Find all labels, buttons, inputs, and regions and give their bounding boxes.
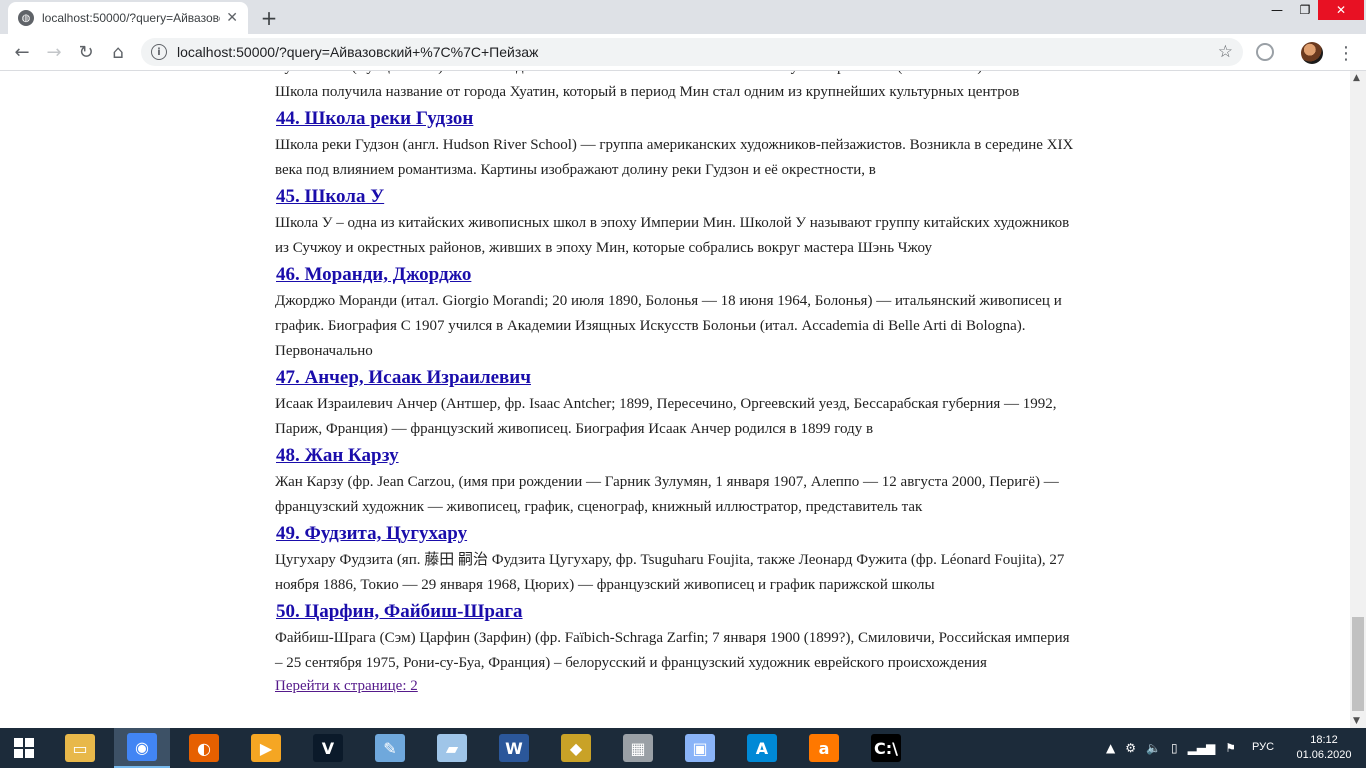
search-results: Хуатинская (Сунцзянская) школа — одна из… — [275, 71, 1075, 696]
tab-title: localhost:50000/?query=Айвазовский — [42, 11, 220, 25]
notes-icon: ▰ — [437, 734, 467, 762]
folder-map-icon: ◆ — [561, 734, 591, 762]
taskbar-app-notes[interactable]: ▰ — [424, 728, 480, 768]
word-icon: W — [499, 734, 529, 762]
clock-time: 18:12 — [1310, 734, 1338, 746]
clock-date: 01.06.2020 — [1296, 749, 1352, 761]
chrome-icon: ◉ — [127, 733, 157, 761]
reload-button[interactable]: ↻ — [73, 39, 99, 65]
taskbar-app-media-player[interactable]: ▶ — [238, 728, 294, 768]
tray-icons: ▲ ⚙ 🔈 ▯ ▂▄▆ ⚑ — [1106, 728, 1236, 768]
result-snippet: Файбиш-Шрага (Сэм) Царфин (Зарфин) (фр. … — [275, 630, 1070, 671]
taskbar: ▭ ◉ ◐ ▶ V ✎ ▰ W ◆ ▦ ▣ Aa C:\ ▲ ⚙ 🔈 ▯ ▂▄▆ ⚑ РУС 18:12… — [0, 728, 1366, 768]
clock[interactable]: 18:12 01.06.2020 — [1294, 733, 1354, 763]
result-title-link[interactable]: 49. Фудзита, Цугухару — [276, 520, 1075, 548]
taskbar-app-chrome[interactable]: ◉ — [114, 728, 170, 768]
result-snippet: Джорджо Моранди (итал. Giorgio Morandi; … — [275, 293, 1062, 359]
result-title-link[interactable]: 48. Жан Карзу — [276, 442, 1075, 470]
browser-toolbar: ← → ↻ ⌂ i localhost:50000/?query=Айвазов… — [0, 34, 1366, 71]
avast-icon: a — [809, 734, 839, 762]
taskbar-app-folder-map[interactable]: ◆ — [548, 728, 604, 768]
minimize-button[interactable]: — — [1262, 0, 1292, 20]
result-snippet: Цугухару Фудзита (яп. 藤田 嗣治 Фудзита Цугу… — [275, 552, 1065, 593]
globe-icon: ◍ — [18, 10, 34, 26]
volume-icon[interactable]: 🔈 — [1146, 741, 1161, 755]
cmd-icon: C:\ — [871, 734, 901, 762]
taskbar-app-v-app[interactable]: V — [300, 728, 356, 768]
signal-icon[interactable]: ▂▄▆ — [1188, 741, 1216, 755]
taskbar-app-cmd[interactable]: C:\ — [858, 728, 914, 768]
windows-logo-icon — [14, 738, 34, 758]
close-tab-icon[interactable]: ✕ — [226, 10, 238, 26]
result-title-link[interactable]: 46. Моранди, Джорджо — [276, 261, 1075, 289]
forward-button[interactable]: → — [41, 39, 67, 65]
taskbar-app-file-explorer[interactable]: ▭ — [52, 728, 108, 768]
file-explorer-icon: ▭ — [65, 734, 95, 762]
new-tab-button[interactable]: + — [257, 6, 281, 30]
taskbar-app-azure[interactable]: A — [734, 728, 790, 768]
result-snippet: Школа реки Гудзон (англ. Hudson River Sc… — [275, 137, 1074, 178]
result-snippet: Жан Карзу (фр. Jean Carzou, (имя при рож… — [275, 474, 1059, 515]
profile-avatar[interactable] — [1301, 42, 1323, 64]
battery-icon[interactable]: ▯ — [1171, 741, 1178, 755]
show-hidden-icons-icon[interactable]: ▲ — [1106, 741, 1115, 755]
media-player-icon: ▶ — [251, 734, 281, 762]
info-icon[interactable]: i — [151, 44, 167, 60]
result-title-link[interactable]: 50. Царфин, Файбиш-Шрага — [276, 598, 1075, 626]
network-tray-icon[interactable]: ⚙ — [1125, 741, 1136, 755]
language-indicator[interactable]: РУС — [1252, 741, 1274, 753]
tab-strip: ◍ localhost:50000/?query=Айвазовский ✕ +… — [0, 0, 1366, 34]
result-title-link[interactable]: 45. Школа У — [276, 183, 1075, 211]
result-title-link[interactable]: 47. Анчер, Исаак Израилевич — [276, 364, 1075, 392]
taskbar-app-paint[interactable]: ✎ — [362, 728, 418, 768]
scrollbar-thumb[interactable] — [1352, 617, 1364, 711]
globe-icon[interactable] — [1256, 43, 1274, 61]
monitor-icon: ▣ — [685, 734, 715, 762]
url-text[interactable]: localhost:50000/?query=Айвазовский+%7C%7… — [177, 44, 1218, 60]
azure-icon: A — [747, 734, 777, 762]
taskbar-app-firefox[interactable]: ◐ — [176, 728, 232, 768]
bookmark-star-icon[interactable]: ☆ — [1218, 42, 1233, 62]
taskbar-app-word[interactable]: W — [486, 728, 542, 768]
result-title-link[interactable]: 44. Школа реки Гудзон — [276, 105, 1075, 133]
scroll-up-icon[interactable]: ▲ — [1353, 73, 1360, 83]
scroll-down-icon[interactable]: ▼ — [1353, 716, 1360, 726]
menu-dots-icon[interactable]: ⋮ — [1336, 41, 1356, 65]
v-app-icon: V — [313, 734, 343, 762]
result-snippet: Школа получила название от города Хуатин… — [275, 84, 1020, 100]
taskbar-app-monitor[interactable]: ▣ — [672, 728, 728, 768]
maximize-button[interactable]: ❐ — [1290, 0, 1320, 20]
pagination-link[interactable]: Перейти к странице: 2 — [275, 676, 1075, 696]
browser-tab[interactable]: ◍ localhost:50000/?query=Айвазовский ✕ — [8, 2, 248, 34]
result-snippet: Исаак Израилевич Анчер (Антшер, фр. Isaa… — [275, 396, 1057, 437]
taskbar-app-calculator[interactable]: ▦ — [610, 728, 666, 768]
home-button[interactable]: ⌂ — [105, 39, 131, 65]
taskbar-app-avast[interactable]: a — [796, 728, 852, 768]
vertical-scrollbar[interactable]: ▲ ▼ — [1350, 71, 1366, 728]
page-viewport: Хуатинская (Сунцзянская) школа — одна из… — [0, 71, 1350, 728]
flag-icon[interactable]: ⚑ — [1225, 741, 1236, 755]
firefox-icon: ◐ — [189, 734, 219, 762]
start-button[interactable] — [0, 728, 48, 768]
calculator-icon: ▦ — [623, 734, 653, 762]
back-button[interactable]: ← — [9, 39, 35, 65]
result-snippet: Хуатинская (Сунцзянская) школа — одна из… — [275, 71, 1075, 80]
result-snippet: Школа У – одна из китайских живописных ш… — [275, 215, 1070, 256]
close-window-button[interactable]: ✕ — [1318, 0, 1364, 20]
address-bar[interactable]: i localhost:50000/?query=Айвазовский+%7C… — [141, 38, 1243, 66]
paint-icon: ✎ — [375, 734, 405, 762]
